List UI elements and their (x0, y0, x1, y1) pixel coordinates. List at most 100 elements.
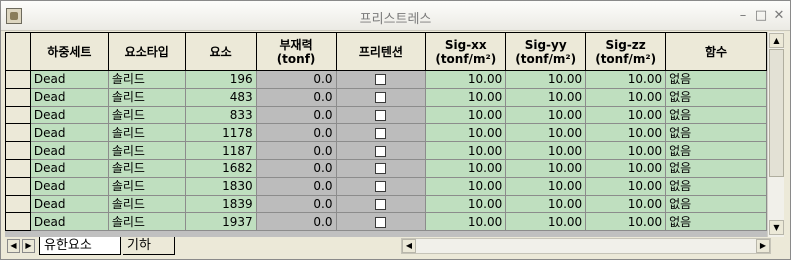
minimize-button[interactable]: – (736, 9, 750, 23)
cell-sig-zz[interactable]: 10.00 (585, 123, 667, 143)
cell-sig-xx[interactable]: 10.00 (425, 176, 507, 196)
tab-nav-left-icon[interactable]: ◀ (7, 239, 20, 253)
cell-member-force[interactable]: 0.0 (255, 141, 337, 160)
cell-sig-yy[interactable]: 10.00 (505, 194, 587, 214)
cell-function[interactable]: 없음 (665, 158, 767, 178)
row-header[interactable] (5, 105, 31, 125)
cell-sig-zz[interactable]: 10.00 (585, 176, 667, 196)
tab-nav-right-icon[interactable]: ▶ (22, 239, 35, 253)
column-header-function[interactable]: 함수 (665, 32, 767, 71)
cell-load-set[interactable]: Dead (29, 87, 109, 107)
maximize-button[interactable]: □ (754, 9, 768, 23)
scroll-left-arrow-icon[interactable]: ◀ (402, 239, 416, 253)
cell-sig-yy[interactable]: 10.00 (505, 141, 587, 160)
cell-pre-tension[interactable] (335, 141, 427, 160)
cell-element[interactable]: 1937 (184, 212, 257, 232)
cell-element[interactable]: 1187 (184, 141, 257, 160)
cell-element-type[interactable]: 솔리드 (107, 87, 186, 107)
row-header[interactable] (5, 158, 31, 178)
scroll-right-arrow-icon[interactable]: ▶ (756, 239, 770, 253)
cell-pre-tension[interactable] (335, 194, 427, 214)
pre-tension-checkbox[interactable] (375, 181, 387, 193)
cell-sig-xx[interactable]: 10.00 (425, 212, 507, 232)
column-header-element[interactable]: 요소 (184, 32, 257, 71)
scroll-up-arrow-icon[interactable]: ▲ (769, 33, 784, 48)
cell-pre-tension[interactable] (335, 105, 427, 125)
cell-function[interactable]: 없음 (665, 176, 767, 196)
cell-element[interactable]: 483 (184, 87, 257, 107)
cell-member-force[interactable]: 0.0 (255, 194, 337, 214)
cell-function[interactable]: 없음 (665, 212, 767, 232)
row-header-corner[interactable] (5, 32, 31, 71)
cell-member-force[interactable]: 0.0 (255, 70, 337, 89)
pre-tension-checkbox[interactable] (375, 127, 387, 139)
column-header-sig-zz[interactable]: Sig-zz (tonf/m²) (585, 32, 667, 71)
tab-geometry[interactable]: 기하 (123, 237, 175, 255)
cell-element-type[interactable]: 솔리드 (107, 158, 186, 178)
vertical-scroll-thumb[interactable] (769, 49, 784, 177)
cell-load-set[interactable]: Dead (29, 123, 109, 143)
row-header[interactable] (5, 123, 31, 143)
cell-member-force[interactable]: 0.0 (255, 123, 337, 143)
cell-sig-yy[interactable]: 10.00 (505, 87, 587, 107)
pre-tension-checkbox[interactable] (375, 198, 387, 210)
cell-sig-yy[interactable]: 10.00 (505, 70, 587, 89)
cell-member-force[interactable]: 0.0 (255, 105, 337, 125)
cell-load-set[interactable]: Dead (29, 194, 109, 214)
cell-sig-xx[interactable]: 10.00 (425, 105, 507, 125)
cell-sig-yy[interactable]: 10.00 (505, 105, 587, 125)
cell-sig-zz[interactable]: 10.00 (585, 158, 667, 178)
cell-load-set[interactable]: Dead (29, 176, 109, 196)
column-header-element-type[interactable]: 요소타입 (107, 32, 186, 71)
title-bar[interactable]: 프리스트레스 – □ ✕ (1, 1, 790, 31)
cell-element-type[interactable]: 솔리드 (107, 123, 186, 143)
horizontal-scrollbar[interactable]: ◀ ▶ (401, 238, 771, 254)
cell-sig-zz[interactable]: 10.00 (585, 87, 667, 107)
pre-tension-checkbox[interactable] (375, 163, 387, 175)
cell-sig-xx[interactable]: 10.00 (425, 70, 507, 89)
cell-sig-xx[interactable]: 10.00 (425, 87, 507, 107)
cell-load-set[interactable]: Dead (29, 212, 109, 232)
cell-sig-yy[interactable]: 10.00 (505, 176, 587, 196)
pre-tension-checkbox[interactable] (375, 109, 387, 121)
cell-element-type[interactable]: 솔리드 (107, 141, 186, 160)
tab-finite-element[interactable]: 유한요소 (39, 237, 121, 255)
row-header[interactable] (5, 212, 31, 232)
cell-member-force[interactable]: 0.0 (255, 87, 337, 107)
cell-element-type[interactable]: 솔리드 (107, 212, 186, 232)
cell-member-force[interactable]: 0.0 (255, 212, 337, 232)
cell-member-force[interactable]: 0.0 (255, 158, 337, 178)
cell-sig-zz[interactable]: 10.00 (585, 105, 667, 125)
cell-function[interactable]: 없음 (665, 70, 767, 89)
cell-element-type[interactable]: 솔리드 (107, 105, 186, 125)
close-button[interactable]: ✕ (772, 9, 786, 23)
cell-pre-tension[interactable] (335, 87, 427, 107)
column-header-load-set[interactable]: 하중세트 (29, 32, 109, 71)
cell-sig-xx[interactable]: 10.00 (425, 123, 507, 143)
cell-element[interactable]: 1839 (184, 194, 257, 214)
scroll-down-arrow-icon[interactable]: ▼ (769, 220, 784, 235)
cell-function[interactable]: 없음 (665, 194, 767, 214)
row-header[interactable] (5, 194, 31, 214)
column-header-pre-tension[interactable]: 프리텐션 (335, 32, 427, 71)
cell-sig-zz[interactable]: 10.00 (585, 212, 667, 232)
cell-sig-zz[interactable]: 10.00 (585, 70, 667, 89)
cell-element-type[interactable]: 솔리드 (107, 194, 186, 214)
pre-tension-checkbox[interactable] (375, 92, 387, 104)
pre-tension-checkbox[interactable] (375, 74, 387, 86)
cell-function[interactable]: 없음 (665, 123, 767, 143)
cell-sig-zz[interactable]: 10.00 (585, 141, 667, 160)
cell-sig-yy[interactable]: 10.00 (505, 212, 587, 232)
cell-sig-xx[interactable]: 10.00 (425, 194, 507, 214)
row-header[interactable] (5, 176, 31, 196)
pre-tension-checkbox[interactable] (375, 216, 387, 228)
cell-element[interactable]: 1682 (184, 158, 257, 178)
cell-sig-yy[interactable]: 10.00 (505, 123, 587, 143)
cell-pre-tension[interactable] (335, 70, 427, 89)
cell-pre-tension[interactable] (335, 212, 427, 232)
cell-element[interactable]: 196 (184, 70, 257, 89)
column-header-sig-xx[interactable]: Sig-xx (tonf/m²) (425, 32, 507, 71)
cell-pre-tension[interactable] (335, 123, 427, 143)
column-header-sig-yy[interactable]: Sig-yy (tonf/m²) (505, 32, 587, 71)
pre-tension-checkbox[interactable] (375, 145, 387, 157)
